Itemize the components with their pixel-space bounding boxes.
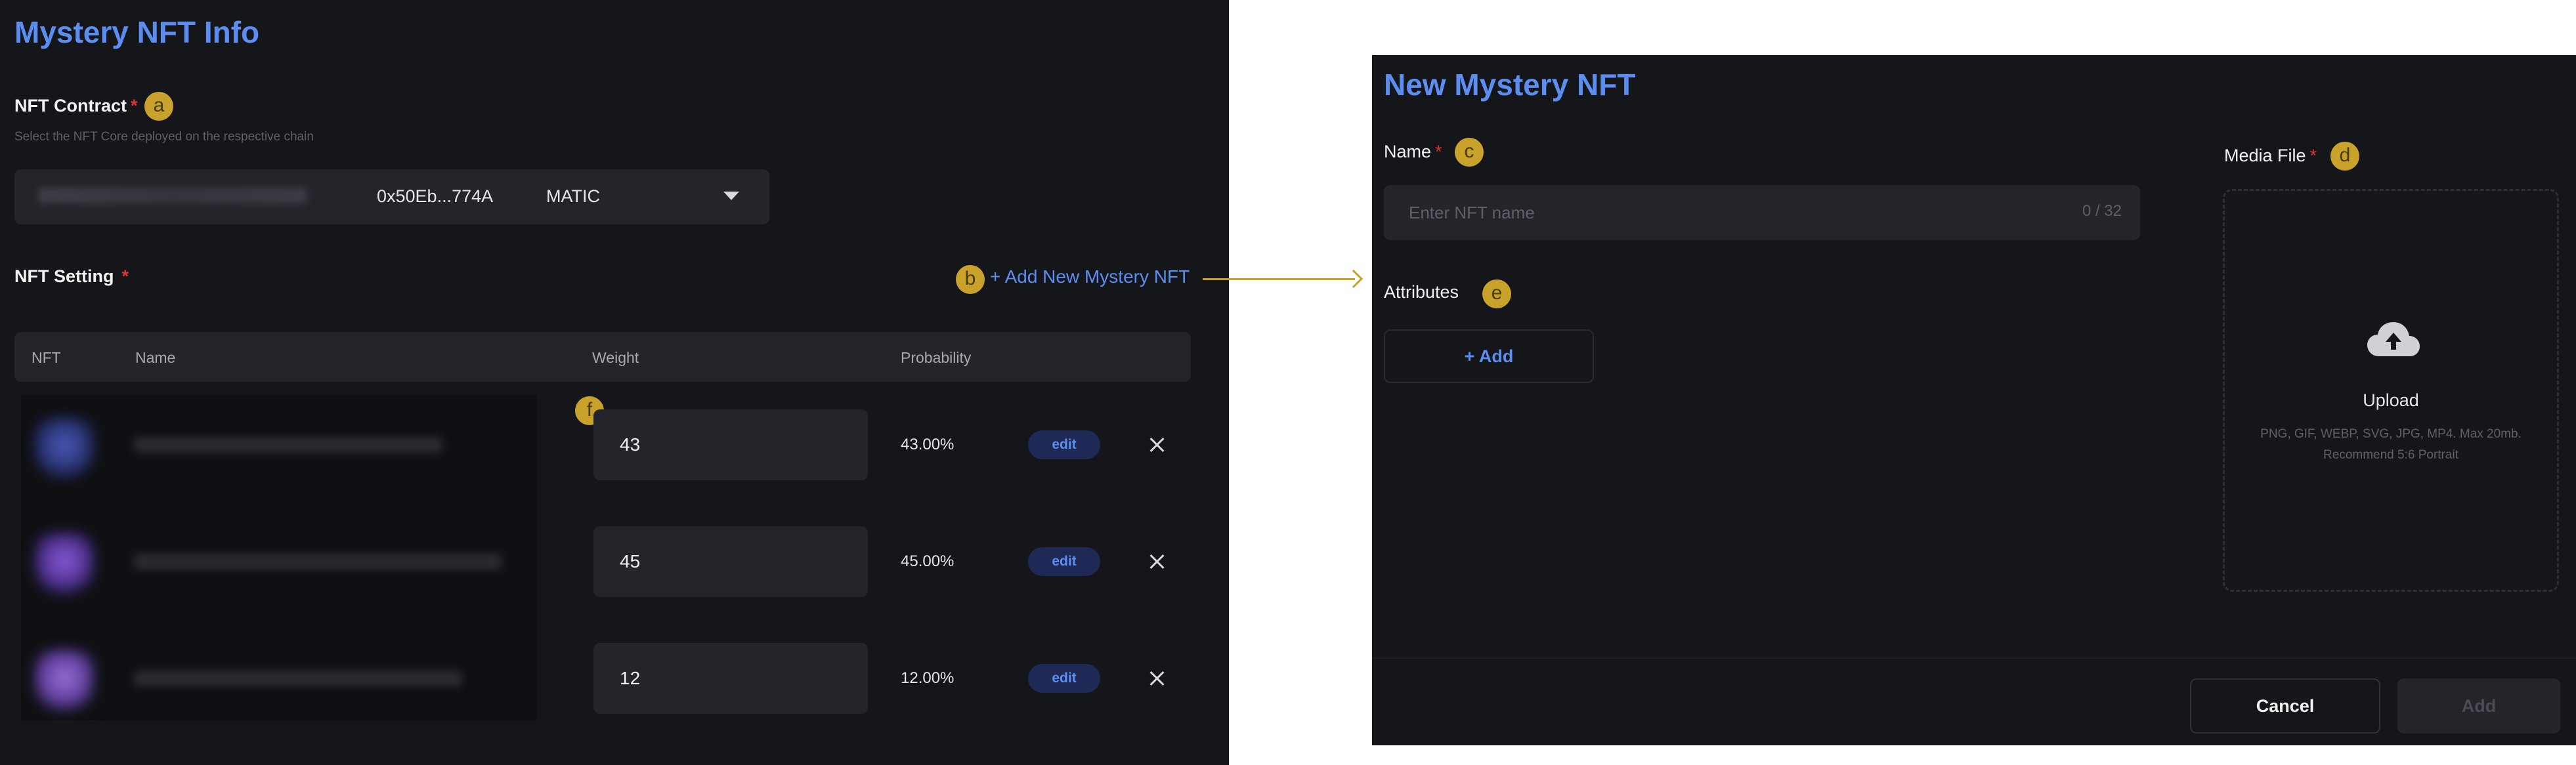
- probability-value: 12.00%: [901, 669, 955, 687]
- nft-thumbnail: [34, 417, 95, 480]
- required-mark: *: [2309, 146, 2317, 165]
- name-label: Name *: [1384, 142, 1442, 162]
- weight-input[interactable]: 12: [593, 643, 868, 714]
- cancel-button[interactable]: Cancel: [2190, 678, 2380, 734]
- nft-thumbnail: [34, 650, 95, 713]
- nft-contract-hint: Select the NFT Core deployed on the resp…: [14, 130, 314, 144]
- media-file-label: Media File *: [2224, 146, 2317, 166]
- screenshot-root: Mystery NFT Info NFT Contract * a Select …: [0, 0, 2576, 765]
- nft-name-blurred: [134, 437, 442, 453]
- edit-button[interactable]: edit: [1028, 664, 1100, 693]
- column-header-probability: Probability: [901, 349, 972, 366]
- nft-preview-area: [21, 395, 537, 720]
- add-attribute-button[interactable]: + Add: [1384, 329, 1594, 383]
- arrow-right-icon: [1344, 269, 1363, 289]
- weight-input[interactable]: 45: [593, 526, 868, 597]
- media-file-label-text: Media File: [2224, 146, 2306, 165]
- page-title: Mystery NFT Info: [14, 15, 260, 49]
- media-upload-dropzone[interactable]: Upload PNG, GIF, WEBP, SVG, JPG, MP4. Ma…: [2223, 189, 2559, 592]
- nft-setting-label: NFT Setting *: [14, 266, 129, 287]
- add-button[interactable]: Add: [2397, 678, 2560, 734]
- close-icon[interactable]: [1145, 667, 1169, 690]
- character-counter: 0 / 32: [2082, 202, 2122, 220]
- nft-contract-label: NFT Contract *: [14, 96, 138, 116]
- probability-value: 45.00%: [901, 552, 955, 570]
- mystery-nft-info-panel: Mystery NFT Info NFT Contract * a Select …: [0, 0, 1229, 765]
- edit-button[interactable]: edit: [1028, 430, 1100, 459]
- cloud-upload-icon: [2367, 322, 2420, 356]
- add-new-mystery-nft-link[interactable]: + Add New Mystery NFT: [990, 266, 1190, 287]
- required-mark: *: [1435, 142, 1442, 161]
- nft-thumbnail: [34, 533, 95, 596]
- footer-divider: [1372, 657, 2576, 659]
- required-mark: *: [121, 266, 129, 286]
- annotation-badge-e: e: [1482, 279, 1511, 308]
- weight-input[interactable]: 43: [593, 409, 868, 480]
- dialog-title: New Mystery NFT: [1384, 68, 1636, 102]
- nft-name-blurred: [134, 671, 462, 686]
- annotation-badge-a: a: [144, 92, 173, 121]
- chevron-down-icon[interactable]: [723, 192, 739, 200]
- nft-name-field[interactable]: 0 / 32: [1384, 185, 2140, 240]
- column-header-name: Name: [135, 349, 176, 366]
- probability-value: 43.00%: [901, 436, 955, 453]
- close-icon[interactable]: [1145, 433, 1169, 457]
- annotation-badge-d: d: [2330, 142, 2359, 171]
- attributes-label: Attributes: [1384, 282, 1459, 302]
- upload-label: Upload: [2363, 390, 2419, 410]
- column-header-weight: Weight: [592, 349, 639, 366]
- nft-table-header: NFT Name Weight Probability: [14, 332, 1191, 382]
- new-mystery-nft-dialog: New Mystery NFT Name* c 0 / 32 Attribute…: [1372, 55, 2576, 745]
- connector-arrow-line: [1203, 278, 1355, 280]
- contract-name-blurred: [38, 188, 307, 203]
- required-mark: *: [131, 96, 138, 115]
- upload-ratio-hint: Recommend 5:6 Portrait: [2323, 448, 2458, 462]
- nft-setting-label-text: NFT Setting: [14, 266, 114, 286]
- nft-name-input[interactable]: [1409, 201, 2000, 224]
- annotation-badge-b: b: [956, 265, 985, 294]
- annotation-badge-c: c: [1455, 138, 1484, 167]
- column-header-nft: NFT: [32, 349, 61, 366]
- edit-button[interactable]: edit: [1028, 547, 1100, 576]
- name-label-text: Name: [1384, 142, 1432, 161]
- upload-format-hint: PNG, GIF, WEBP, SVG, JPG, MP4. Max 20mb.: [2260, 427, 2522, 441]
- contract-address: 0x50Eb...774A: [377, 186, 494, 206]
- contract-chain: MATIC: [546, 186, 600, 206]
- nft-contract-select[interactable]: 0x50Eb...774A MATIC: [14, 169, 769, 224]
- close-icon[interactable]: [1145, 550, 1169, 573]
- nft-contract-label-text: NFT Contract: [14, 96, 127, 115]
- nft-name-blurred: [134, 554, 502, 569]
